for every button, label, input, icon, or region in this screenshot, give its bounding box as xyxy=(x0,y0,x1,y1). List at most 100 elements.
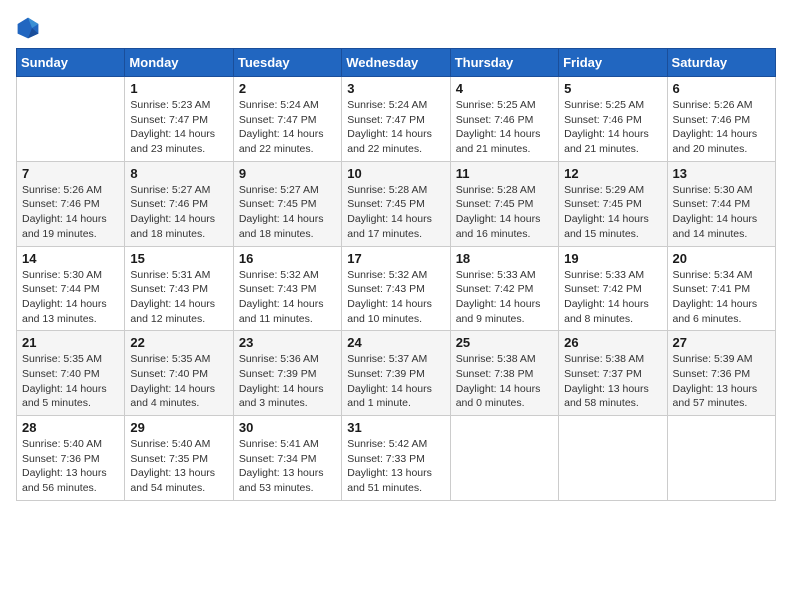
logo xyxy=(16,16,44,40)
day-info: Sunrise: 5:23 AM Sunset: 7:47 PM Dayligh… xyxy=(130,98,227,157)
day-number: 7 xyxy=(22,166,119,181)
day-number: 24 xyxy=(347,335,444,350)
day-info: Sunrise: 5:26 AM Sunset: 7:46 PM Dayligh… xyxy=(22,183,119,242)
day-number: 16 xyxy=(239,251,336,266)
day-number: 17 xyxy=(347,251,444,266)
calendar-week-row: 28Sunrise: 5:40 AM Sunset: 7:36 PM Dayli… xyxy=(17,416,776,501)
day-number: 5 xyxy=(564,81,661,96)
calendar-cell: 19 Sunrise: 5:33 AM Sunset: 7:42 PM Dayli… xyxy=(559,246,667,331)
page-header xyxy=(16,16,776,40)
day-info: Sunrise: 5:27 AM Sunset: 7:45 PM Dayligh… xyxy=(239,183,336,242)
day-number: 31 xyxy=(347,420,444,435)
day-info: Sunrise: 5:33 AM Sunset: 7:42 PM Dayligh… xyxy=(564,268,661,327)
day-info: Sunrise: 5:28 AM Sunset: 7:45 PM Dayligh… xyxy=(456,183,553,242)
day-number: 13 xyxy=(673,166,770,181)
day-number: 14 xyxy=(22,251,119,266)
weekday-header: Friday xyxy=(559,49,667,77)
day-number: 12 xyxy=(564,166,661,181)
day-number: 10 xyxy=(347,166,444,181)
weekday-header: Thursday xyxy=(450,49,558,77)
calendar-cell: 20 Sunrise: 5:34 AM Sunset: 7:41 PM Dayli… xyxy=(667,246,775,331)
logo-icon xyxy=(16,16,40,40)
calendar-cell: 25 Sunrise: 5:38 AM Sunset: 7:38 PM Dayli… xyxy=(450,331,558,416)
calendar-week-row: 1Sunrise: 5:23 AM Sunset: 7:47 PM Daylig… xyxy=(17,77,776,162)
day-number: 29 xyxy=(130,420,227,435)
calendar-cell: 14 Sunrise: 5:30 AM Sunset: 7:44 PM Dayli… xyxy=(17,246,125,331)
calendar-table: SundayMondayTuesdayWednesdayThursdayFrid… xyxy=(16,48,776,501)
day-number: 9 xyxy=(239,166,336,181)
calendar-cell xyxy=(450,416,558,501)
calendar-cell xyxy=(559,416,667,501)
weekday-header: Monday xyxy=(125,49,233,77)
calendar-week-row: 14 Sunrise: 5:30 AM Sunset: 7:44 PM Dayli… xyxy=(17,246,776,331)
weekday-header: Wednesday xyxy=(342,49,450,77)
day-number: 19 xyxy=(564,251,661,266)
day-number: 4 xyxy=(456,81,553,96)
calendar-cell: 1Sunrise: 5:23 AM Sunset: 7:47 PM Daylig… xyxy=(125,77,233,162)
day-info: Sunrise: 5:30 AM Sunset: 7:44 PM Dayligh… xyxy=(22,268,119,327)
day-info: Sunrise: 5:35 AM Sunset: 7:40 PM Dayligh… xyxy=(130,352,227,411)
day-info: Sunrise: 5:25 AM Sunset: 7:46 PM Dayligh… xyxy=(564,98,661,157)
day-number: 20 xyxy=(673,251,770,266)
day-number: 15 xyxy=(130,251,227,266)
day-info: Sunrise: 5:41 AM Sunset: 7:34 PM Dayligh… xyxy=(239,437,336,496)
day-info: Sunrise: 5:30 AM Sunset: 7:44 PM Dayligh… xyxy=(673,183,770,242)
day-info: Sunrise: 5:29 AM Sunset: 7:45 PM Dayligh… xyxy=(564,183,661,242)
day-number: 18 xyxy=(456,251,553,266)
calendar-cell: 6Sunrise: 5:26 AM Sunset: 7:46 PM Daylig… xyxy=(667,77,775,162)
day-number: 27 xyxy=(673,335,770,350)
calendar-cell: 15 Sunrise: 5:31 AM Sunset: 7:43 PM Dayli… xyxy=(125,246,233,331)
weekday-header: Tuesday xyxy=(233,49,341,77)
calendar-cell: 23 Sunrise: 5:36 AM Sunset: 7:39 PM Dayli… xyxy=(233,331,341,416)
calendar-cell: 11 Sunrise: 5:28 AM Sunset: 7:45 PM Dayli… xyxy=(450,161,558,246)
day-info: Sunrise: 5:27 AM Sunset: 7:46 PM Dayligh… xyxy=(130,183,227,242)
calendar-cell: 18Sunrise: 5:33 AM Sunset: 7:42 PM Dayli… xyxy=(450,246,558,331)
day-info: Sunrise: 5:38 AM Sunset: 7:38 PM Dayligh… xyxy=(456,352,553,411)
day-info: Sunrise: 5:34 AM Sunset: 7:41 PM Dayligh… xyxy=(673,268,770,327)
weekday-header-row: SundayMondayTuesdayWednesdayThursdayFrid… xyxy=(17,49,776,77)
day-info: Sunrise: 5:25 AM Sunset: 7:46 PM Dayligh… xyxy=(456,98,553,157)
day-info: Sunrise: 5:32 AM Sunset: 7:43 PM Dayligh… xyxy=(239,268,336,327)
calendar-cell: 5 Sunrise: 5:25 AM Sunset: 7:46 PM Daylig… xyxy=(559,77,667,162)
calendar-cell: 22 Sunrise: 5:35 AM Sunset: 7:40 PM Dayli… xyxy=(125,331,233,416)
day-info: Sunrise: 5:26 AM Sunset: 7:46 PM Dayligh… xyxy=(673,98,770,157)
day-number: 30 xyxy=(239,420,336,435)
calendar-cell: 27 Sunrise: 5:39 AM Sunset: 7:36 PM Dayli… xyxy=(667,331,775,416)
calendar-cell: 31 Sunrise: 5:42 AM Sunset: 7:33 PM Dayli… xyxy=(342,416,450,501)
day-info: Sunrise: 5:40 AM Sunset: 7:35 PM Dayligh… xyxy=(130,437,227,496)
day-info: Sunrise: 5:38 AM Sunset: 7:37 PM Dayligh… xyxy=(564,352,661,411)
calendar-cell: 10Sunrise: 5:28 AM Sunset: 7:45 PM Dayli… xyxy=(342,161,450,246)
day-info: Sunrise: 5:40 AM Sunset: 7:36 PM Dayligh… xyxy=(22,437,119,496)
day-info: Sunrise: 5:39 AM Sunset: 7:36 PM Dayligh… xyxy=(673,352,770,411)
day-info: Sunrise: 5:35 AM Sunset: 7:40 PM Dayligh… xyxy=(22,352,119,411)
calendar-cell: 12 Sunrise: 5:29 AM Sunset: 7:45 PM Dayli… xyxy=(559,161,667,246)
day-number: 23 xyxy=(239,335,336,350)
calendar-cell: 8 Sunrise: 5:27 AM Sunset: 7:46 PM Daylig… xyxy=(125,161,233,246)
day-number: 11 xyxy=(456,166,553,181)
day-info: Sunrise: 5:24 AM Sunset: 7:47 PM Dayligh… xyxy=(347,98,444,157)
day-info: Sunrise: 5:24 AM Sunset: 7:47 PM Dayligh… xyxy=(239,98,336,157)
calendar-cell: 13 Sunrise: 5:30 AM Sunset: 7:44 PM Dayli… xyxy=(667,161,775,246)
day-info: Sunrise: 5:31 AM Sunset: 7:43 PM Dayligh… xyxy=(130,268,227,327)
calendar-cell: 9 Sunrise: 5:27 AM Sunset: 7:45 PM Daylig… xyxy=(233,161,341,246)
calendar-cell: 3 Sunrise: 5:24 AM Sunset: 7:47 PM Daylig… xyxy=(342,77,450,162)
calendar-week-row: 7 Sunrise: 5:26 AM Sunset: 7:46 PM Daylig… xyxy=(17,161,776,246)
day-number: 22 xyxy=(130,335,227,350)
calendar-cell: 29 Sunrise: 5:40 AM Sunset: 7:35 PM Dayli… xyxy=(125,416,233,501)
calendar-cell: 30 Sunrise: 5:41 AM Sunset: 7:34 PM Dayli… xyxy=(233,416,341,501)
day-number: 21 xyxy=(22,335,119,350)
calendar-cell: 21 Sunrise: 5:35 AM Sunset: 7:40 PM Dayli… xyxy=(17,331,125,416)
calendar-cell: 17Sunrise: 5:32 AM Sunset: 7:43 PM Dayli… xyxy=(342,246,450,331)
calendar-cell: 4 Sunrise: 5:25 AM Sunset: 7:46 PM Daylig… xyxy=(450,77,558,162)
calendar-cell xyxy=(17,77,125,162)
day-info: Sunrise: 5:36 AM Sunset: 7:39 PM Dayligh… xyxy=(239,352,336,411)
weekday-header: Saturday xyxy=(667,49,775,77)
day-number: 25 xyxy=(456,335,553,350)
calendar-cell: 26Sunrise: 5:38 AM Sunset: 7:37 PM Dayli… xyxy=(559,331,667,416)
day-number: 8 xyxy=(130,166,227,181)
weekday-header: Sunday xyxy=(17,49,125,77)
calendar-body: 1Sunrise: 5:23 AM Sunset: 7:47 PM Daylig… xyxy=(17,77,776,501)
day-info: Sunrise: 5:42 AM Sunset: 7:33 PM Dayligh… xyxy=(347,437,444,496)
calendar-cell: 2Sunrise: 5:24 AM Sunset: 7:47 PM Daylig… xyxy=(233,77,341,162)
day-number: 3 xyxy=(347,81,444,96)
